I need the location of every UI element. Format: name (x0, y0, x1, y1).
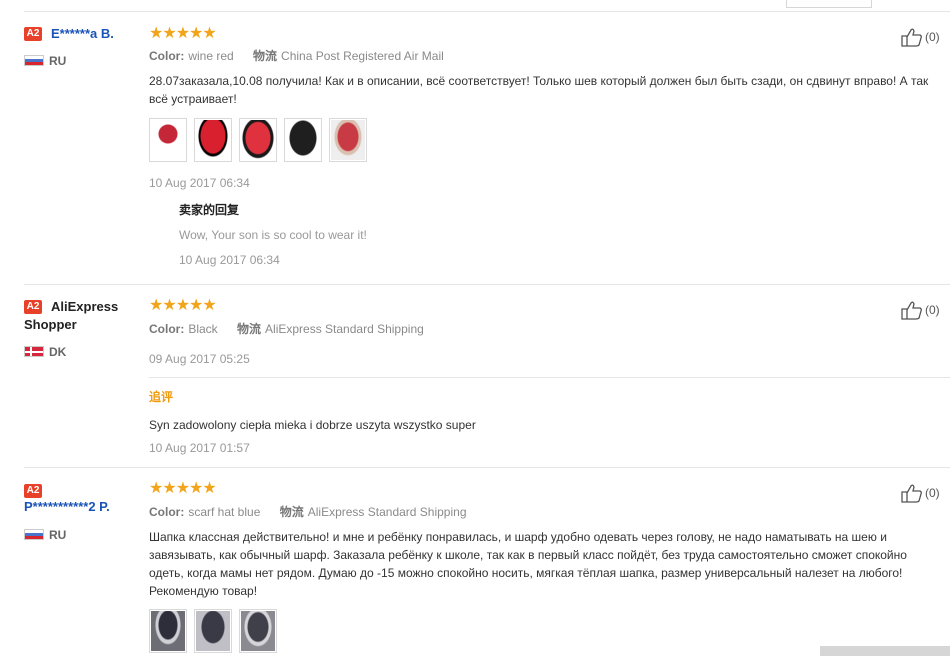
photo-icon (331, 120, 365, 160)
photo-icon (196, 611, 230, 651)
top-divider (24, 11, 950, 12)
additional-review-text: Syn zadowolony ciepła mieka i dobrze usz… (149, 418, 476, 432)
helpful-count: (0) (925, 303, 940, 317)
review-image[interactable] (194, 118, 232, 162)
photo-icon (241, 611, 275, 651)
review-image[interactable] (239, 609, 277, 653)
star-rating: ★★★★★ (149, 25, 217, 42)
flag-icon (24, 346, 44, 357)
helpful-button[interactable]: (0) (901, 300, 940, 320)
photo-icon (196, 120, 230, 160)
shipping-value: China Post Registered Air Mail (281, 49, 444, 63)
review-divider (24, 467, 950, 468)
color-value: wine red (188, 49, 234, 63)
reviewer-country: RU (49, 528, 67, 542)
helpful-count: (0) (925, 486, 940, 500)
sort-dropdown-edge[interactable] (786, 0, 872, 8)
reviewer-country: RU (49, 54, 67, 68)
additional-review-date: 10 Aug 2017 01:57 (149, 441, 250, 455)
color-label: Color: (149, 505, 185, 519)
review-image[interactable] (329, 118, 367, 162)
buyer-level-badge: A2 (24, 484, 42, 498)
reviewer-name[interactable]: E******a B. (51, 25, 114, 43)
helpful-count: (0) (925, 30, 940, 44)
review-date: 10 Aug 2017 06:34 (149, 176, 250, 190)
photo-icon (151, 611, 185, 651)
review-divider (24, 284, 950, 285)
color-value: Black (188, 322, 218, 336)
helpful-button[interactable]: (0) (901, 483, 940, 503)
additional-review-divider (149, 377, 950, 378)
color-value: scarf hat blue (188, 505, 261, 519)
scroll-corner (820, 646, 950, 656)
additional-review-title: 追评 (149, 390, 174, 404)
buyer-level-badge: A2 (24, 27, 42, 41)
thumbs-up-icon (901, 484, 922, 503)
reviewer-name[interactable]: P***********2 P. (24, 498, 110, 516)
reviewer-country: DK (49, 345, 67, 359)
review-image[interactable] (194, 609, 232, 653)
review-images (149, 609, 277, 653)
shipping-value: AliExpress Standard Shipping (265, 322, 424, 336)
flag-icon (24, 529, 44, 540)
color-label: Color: (149, 322, 185, 336)
review-images (149, 118, 367, 162)
shipping-value: AliExpress Standard Shipping (307, 505, 467, 519)
photo-icon (286, 120, 320, 160)
star-rating: ★★★★★ (149, 297, 217, 314)
review-image[interactable] (149, 118, 187, 162)
review-meta: Color: scarf hat blue 物流 AliExpress Standa… (149, 504, 467, 520)
star-rating: ★★★★★ (149, 480, 217, 497)
flag-icon (24, 55, 44, 66)
photo-icon (241, 120, 275, 160)
reviewer-name: AliExpress Shopper (24, 299, 119, 332)
review-meta: Color: wine red 物流 China Post Registered A… (149, 48, 444, 64)
shipping-label: 物流 (279, 505, 304, 519)
review-date: 09 Aug 2017 05:25 (149, 352, 250, 366)
review-meta: Color: Black 物流 AliExpress Standard Shippi… (149, 321, 424, 337)
helpful-button[interactable]: (0) (901, 27, 940, 47)
shipping-label: 物流 (253, 49, 278, 63)
photo-icon (151, 120, 185, 160)
review-text: 28.07заказала,10.08 получила! Как и в оп… (149, 74, 929, 106)
review-image[interactable] (149, 609, 187, 653)
shipping-label: 物流 (237, 322, 262, 336)
review-image[interactable] (284, 118, 322, 162)
thumbs-up-icon (901, 28, 922, 47)
review-text: Шапка классная действительно! и мне и ре… (149, 530, 907, 598)
seller-reply-title: 卖家的回复 (179, 203, 240, 217)
review-image[interactable] (239, 118, 277, 162)
seller-reply-text: Wow, Your son is so cool to wear it! (179, 228, 367, 242)
seller-reply-date: 10 Aug 2017 06:34 (179, 253, 280, 267)
color-label: Color: (149, 49, 185, 63)
thumbs-up-icon (901, 301, 922, 320)
